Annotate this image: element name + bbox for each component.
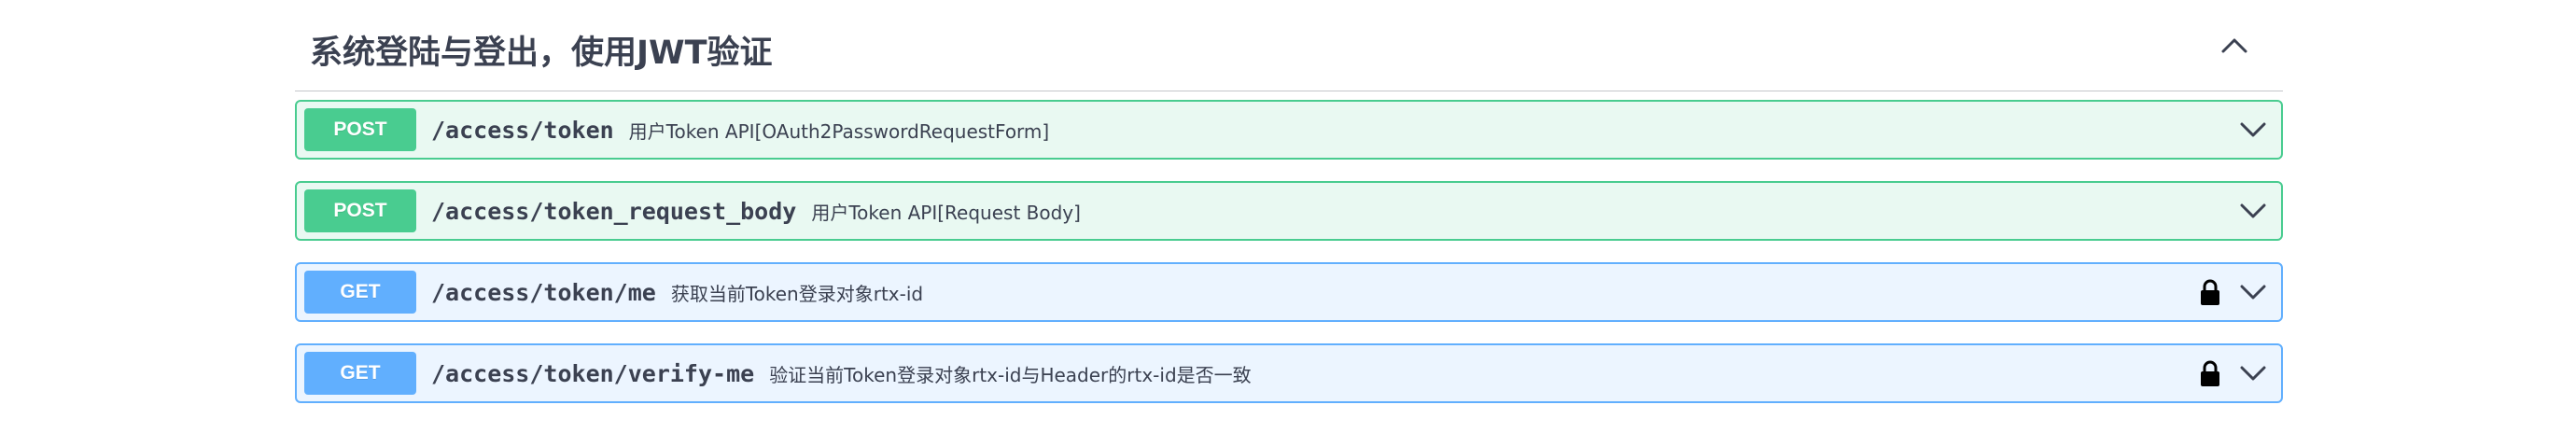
operation-summary: 验证当前Token登录对象rtx-id与Header的rtx-id是否一致 — [769, 363, 1252, 386]
section-header[interactable]: 系统登陆与登出，使用JWT验证 — [295, 0, 2283, 91]
operation-path: /access/token_request_body — [431, 197, 797, 225]
method-badge: POST — [304, 108, 416, 151]
operation-summary: 用户Token API[OAuth2PasswordRequestForm] — [628, 119, 1050, 143]
operation-controls — [2238, 196, 2268, 226]
operation-post-access-token-request-body[interactable]: POST /access/token_request_body 用户Token … — [295, 181, 2283, 241]
operation-summary: 获取当前Token登录对象rtx-id — [670, 282, 924, 305]
lock-icon[interactable] — [2195, 358, 2225, 388]
operation-post-access-token[interactable]: POST /access/token 用户Token API[OAuth2Pas… — [295, 100, 2283, 160]
operation-summary: 用户Token API[Request Body] — [811, 201, 1081, 224]
operation-path: /access/token — [431, 116, 614, 144]
operation-controls — [2195, 277, 2268, 307]
chevron-down-icon[interactable] — [2238, 196, 2268, 226]
operation-controls — [2238, 115, 2268, 145]
chevron-up-icon[interactable] — [2206, 18, 2262, 74]
method-badge: GET — [304, 352, 416, 395]
operation-path: /access/token/verify-me — [431, 359, 755, 387]
chevron-down-icon[interactable] — [2238, 277, 2268, 307]
method-badge: POST — [304, 189, 416, 232]
chevron-down-icon[interactable] — [2238, 358, 2268, 388]
operation-controls — [2195, 358, 2268, 388]
api-tag-section: 系统登陆与登出，使用JWT验证 POST /access/token 用户Tok… — [295, 0, 2283, 403]
section-title: 系统登陆与登出，使用JWT验证 — [310, 35, 773, 72]
operation-path: /access/token/me — [431, 278, 656, 306]
method-badge: GET — [304, 271, 416, 314]
operation-get-access-token-me[interactable]: GET /access/token/me 获取当前Token登录对象rtx-id — [295, 262, 2283, 322]
lock-icon[interactable] — [2195, 277, 2225, 307]
chevron-down-icon[interactable] — [2238, 115, 2268, 145]
operation-get-access-token-verify-me[interactable]: GET /access/token/verify-me 验证当前Token登录对… — [295, 343, 2283, 403]
